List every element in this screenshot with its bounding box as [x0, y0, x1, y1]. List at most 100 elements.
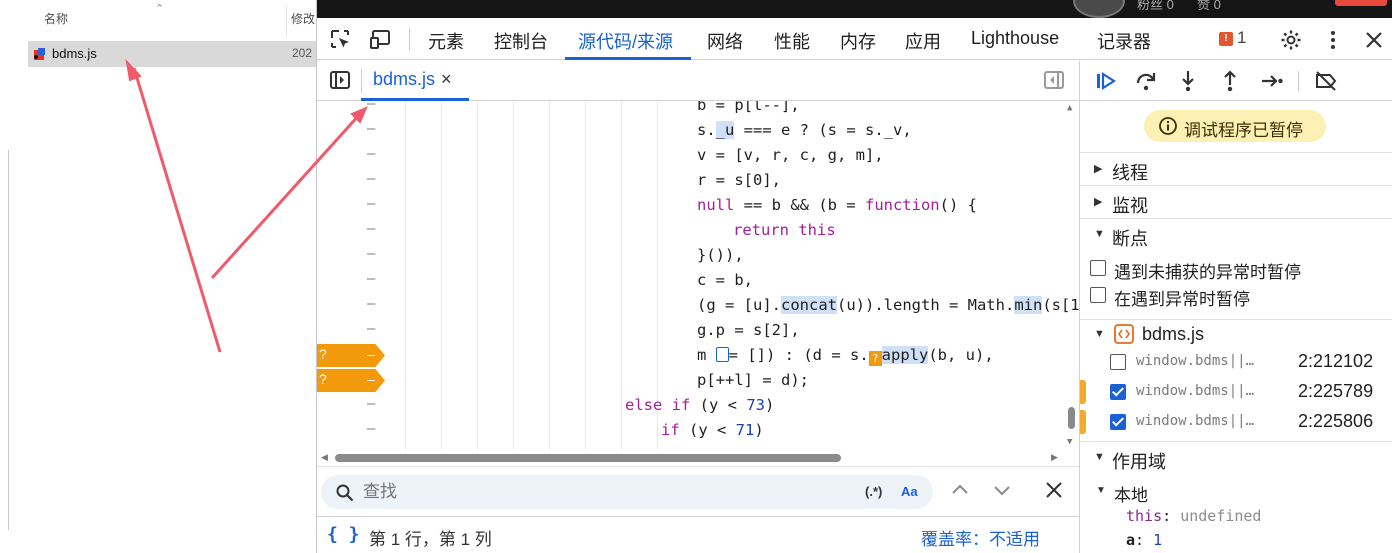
breakpoint-condition: window.bdms||…	[1136, 413, 1255, 429]
expand-arrow-icon: ▶	[1094, 163, 1103, 175]
indent-guide	[585, 101, 586, 450]
chevron-up-icon[interactable]	[949, 479, 971, 501]
page-top-strip: 粉丝 0 赞 0	[317, 0, 1392, 18]
breakpoint-marker[interactable]: ? –	[317, 369, 385, 392]
resume-icon[interactable]	[1094, 69, 1118, 93]
tab-lighthouse[interactable]: Lighthouse	[971, 28, 1059, 60]
gutter-mark[interactable]: –	[367, 271, 377, 296]
vertical-scrollbar[interactable]: ▲ ▼	[1065, 101, 1079, 450]
tab-application[interactable]: 应用	[905, 28, 941, 60]
breakpoint-checkbox[interactable]	[1110, 354, 1126, 370]
close-icon[interactable]	[1362, 28, 1386, 52]
inline-breakpoint-icon[interactable]	[715, 347, 729, 362]
line-gutter[interactable]: – – – – – – – – – –? –? – – –	[317, 101, 391, 450]
tab-sources[interactable]: 源代码/来源	[578, 28, 673, 60]
toggle-navigator-icon[interactable]	[329, 70, 351, 90]
scope-local[interactable]: ▼ 本地	[1080, 477, 1392, 505]
keyword: null	[697, 196, 735, 214]
gutter-mark[interactable]: –	[367, 221, 377, 246]
section-watch[interactable]: ▶ 监视	[1080, 185, 1392, 217]
gutter-mark[interactable]: –	[367, 101, 377, 121]
scope-variable[interactable]: this: undefined	[1126, 507, 1261, 525]
gutter-mark[interactable]: –	[367, 321, 377, 346]
conditional-breakpoint-icon[interactable]: ?	[868, 351, 882, 366]
collapse-arrow-icon: ▼	[1094, 451, 1105, 463]
keyword: return	[733, 221, 789, 239]
issues-counter[interactable]: ! 1	[1219, 28, 1246, 48]
breakpoint-row[interactable]: window.bdms||… 2:225806	[1080, 408, 1392, 438]
toggle-debugger-icon[interactable]	[1043, 70, 1065, 90]
code-line: v = [v, r, c, g, m],	[697, 146, 884, 164]
pretty-print-icon[interactable]: { }	[327, 524, 360, 545]
sort-up-icon[interactable]: ⌃	[155, 2, 164, 15]
gutter-mark[interactable]: –	[367, 396, 377, 421]
gutter-mark[interactable]: –	[367, 146, 377, 171]
code-editor[interactable]: – – – – – – – – – –? –? – – – b = p[l--], s._u === e …	[317, 101, 1079, 450]
section-threads[interactable]: ▶ 线程	[1080, 152, 1392, 184]
coverage-link[interactable]: 覆盖率：不适用	[921, 525, 1040, 550]
step-icon[interactable]	[1260, 69, 1284, 93]
tab-performance[interactable]: 性能	[774, 28, 810, 60]
horizontal-scrollbar[interactable]: ◀ ▶	[317, 450, 1079, 466]
step-into-icon[interactable]	[1176, 69, 1200, 93]
gutter-mark[interactable]: –	[367, 121, 377, 146]
gutter-mark[interactable]: –	[367, 421, 377, 446]
gutter-mark[interactable]: –	[367, 171, 377, 196]
deactivate-breakpoints-icon[interactable]	[1314, 69, 1338, 93]
regex-toggle[interactable]: (.*)	[865, 484, 882, 499]
scope-variable[interactable]: a: 1	[1126, 531, 1162, 549]
section-breakpoints[interactable]: ▼ 断点	[1080, 218, 1392, 250]
inspect-element-icon[interactable]	[329, 28, 353, 50]
column-separator[interactable]	[286, 6, 287, 36]
tab-elements[interactable]: 元素	[428, 28, 464, 60]
variable-name: this	[1126, 507, 1163, 525]
breakpoint-checkbox[interactable]	[1110, 414, 1126, 430]
step-out-icon[interactable]	[1218, 69, 1242, 93]
breakpoint-row[interactable]: window.bdms||… 2:212102	[1080, 348, 1392, 378]
tab-network[interactable]: 网络	[707, 28, 743, 60]
breakpoint-marker[interactable]: ? –	[317, 344, 385, 367]
tab-console[interactable]: 控制台	[494, 28, 548, 60]
code-line: null == b && (b = function() {	[697, 193, 977, 218]
debugger-controls	[1080, 61, 1392, 101]
scroll-thumb[interactable]	[1068, 407, 1075, 429]
breakpoint-file-group[interactable]: ▼ bdms.js	[1080, 319, 1392, 349]
scroll-thumb[interactable]	[335, 454, 841, 462]
scroll-up-icon[interactable]: ▲	[1067, 103, 1072, 113]
scroll-left-icon[interactable]: ◀	[321, 452, 328, 463]
close-search-icon[interactable]	[1043, 479, 1065, 501]
breakpoint-condition: window.bdms||…	[1136, 353, 1255, 369]
breakpoint-hit-marker	[1080, 410, 1086, 434]
breakpoint-row[interactable]: window.bdms||… 2:225789	[1080, 378, 1392, 408]
column-header-name[interactable]: 名称	[44, 10, 68, 32]
gear-icon[interactable]	[1279, 28, 1303, 52]
file-row-bdms[interactable]: bdms.js 202	[28, 41, 316, 67]
gutter-mark[interactable]: –	[367, 246, 377, 271]
section-scope[interactable]: ▼ 作用域	[1080, 441, 1392, 473]
tab-bdms-js[interactable]: bdms.js	[373, 69, 435, 90]
search-input[interactable]	[363, 480, 803, 504]
close-tab-icon[interactable]: ×	[441, 69, 452, 90]
step-over-icon[interactable]	[1134, 69, 1158, 93]
column-header-modified[interactable]: 修改	[291, 10, 315, 32]
scroll-right-icon[interactable]: ▶	[1051, 452, 1058, 463]
script-file-icon	[1114, 324, 1134, 344]
pause-uncaught-checkbox[interactable]	[1090, 260, 1106, 276]
editor-status-bar: { } 第 1 行，第 1 列 覆盖率：不适用	[317, 516, 1079, 553]
device-toolbar-icon[interactable]	[369, 28, 393, 50]
match-case-toggle[interactable]: Aa	[901, 484, 918, 499]
pause-caught-checkbox[interactable]	[1090, 287, 1106, 303]
code-token: (y <	[679, 421, 736, 439]
scroll-down-icon[interactable]: ▼	[1067, 437, 1072, 447]
chevron-down-icon[interactable]	[991, 479, 1013, 501]
tab-recorder[interactable]: 记录器	[1097, 28, 1151, 60]
search-box[interactable]: (.*) Aa	[321, 475, 933, 509]
breakpoint-file-name: bdms.js	[1142, 324, 1205, 344]
gutter-mark[interactable]: –	[367, 296, 377, 321]
variable-value: 1	[1153, 531, 1163, 549]
more-vertical-icon[interactable]	[1321, 28, 1345, 52]
indent-guide	[405, 101, 406, 450]
gutter-mark[interactable]: –	[367, 196, 377, 221]
tab-memory[interactable]: 内存	[840, 28, 876, 60]
breakpoint-checkbox[interactable]	[1110, 384, 1126, 400]
